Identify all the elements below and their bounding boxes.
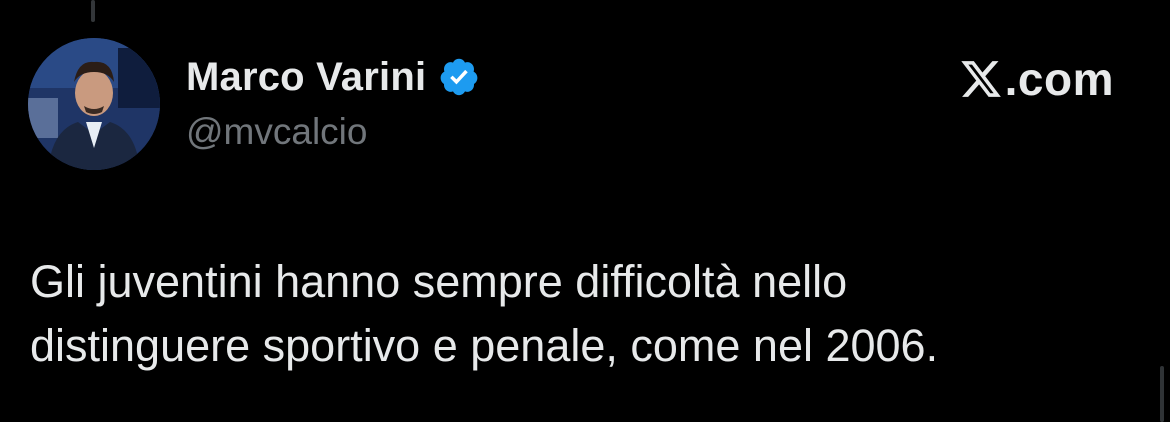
brand-domain-text: .com [1004, 53, 1114, 105]
author-name-row[interactable]: Marco Varini [186, 54, 480, 100]
verified-badge-icon [438, 56, 480, 98]
author-display-name[interactable]: Marco Varini [186, 54, 426, 100]
scroll-indicator [1160, 366, 1164, 422]
x-logo-icon [959, 57, 1003, 101]
brand-watermark: .com [959, 54, 1114, 104]
author-handle[interactable]: @mvcalcio [186, 110, 367, 154]
avatar[interactable] [28, 38, 160, 170]
tweet-text: Gli juventini hanno sempre difficoltà ne… [30, 256, 939, 371]
thread-connector-line [91, 0, 95, 22]
avatar-image [28, 38, 160, 170]
